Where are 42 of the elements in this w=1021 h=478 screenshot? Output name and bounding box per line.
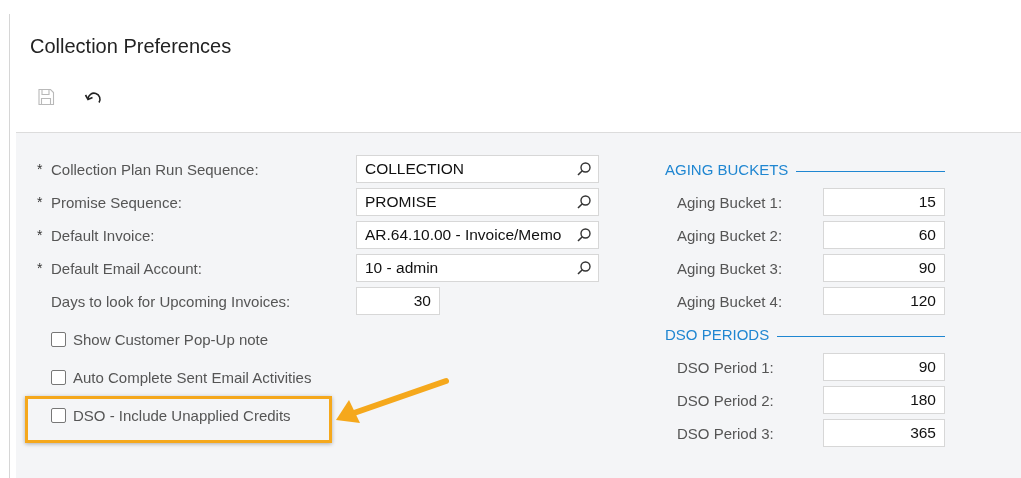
lookup-field[interactable]: PROMISE [356,188,599,216]
number-field[interactable]: 365 [823,419,945,447]
lookup-field[interactable]: 10 - admin [356,254,599,282]
checkbox-label[interactable]: DSO - Include Unapplied Credits [73,406,291,424]
lookup-field[interactable]: AR.64.10.00 - Invoice/Memo [356,221,599,249]
number-field[interactable]: 180 [823,386,945,414]
field-label: DSO Period 2: [677,391,775,409]
section-title: DSO PERIODS [665,325,770,343]
number-field[interactable]: 120 [823,287,945,315]
required-mark: * [37,161,44,177]
checkbox-label[interactable]: Show Customer Pop-Up note [73,330,269,348]
search-icon[interactable] [576,260,592,276]
field-label: DSO Period 3: [677,424,775,442]
checkbox[interactable] [51,407,66,423]
field-label: Promise Sequence: [51,193,183,211]
search-icon[interactable] [576,227,592,243]
checkbox[interactable] [51,331,66,347]
number-field[interactable]: 15 [823,188,945,216]
required-mark: * [37,194,44,210]
field-label: Days to look for Upcoming Invoices: [51,292,292,310]
number-field[interactable]: 60 [823,221,945,249]
section-title: AGING BUCKETS [665,160,789,178]
search-icon[interactable] [576,161,592,177]
field-label: DSO Period 1: [677,358,775,376]
field-label: Aging Bucket 3: [677,259,784,277]
field-label: Aging Bucket 1: [677,193,784,211]
field-label: Aging Bucket 2: [677,226,784,244]
lookup-field[interactable]: COLLECTION [356,155,599,183]
search-icon[interactable] [576,194,592,210]
field-label: Default Invoice: [51,226,156,244]
page-title: Collection Preferences [29,34,233,59]
number-field[interactable]: 90 [823,254,945,282]
field-label: Default Email Account: [51,259,203,277]
number-field[interactable]: 30 [356,287,440,315]
field-label: Collection Plan Run Sequence: [51,160,260,178]
number-field[interactable]: 90 [823,353,945,381]
required-mark: * [37,227,44,243]
checkbox[interactable] [51,369,66,385]
required-mark: * [37,260,44,276]
checkbox-label[interactable]: Auto Complete Sent Email Activities [73,368,312,386]
save-icon [37,88,55,106]
field-label: Aging Bucket 4: [677,292,784,310]
